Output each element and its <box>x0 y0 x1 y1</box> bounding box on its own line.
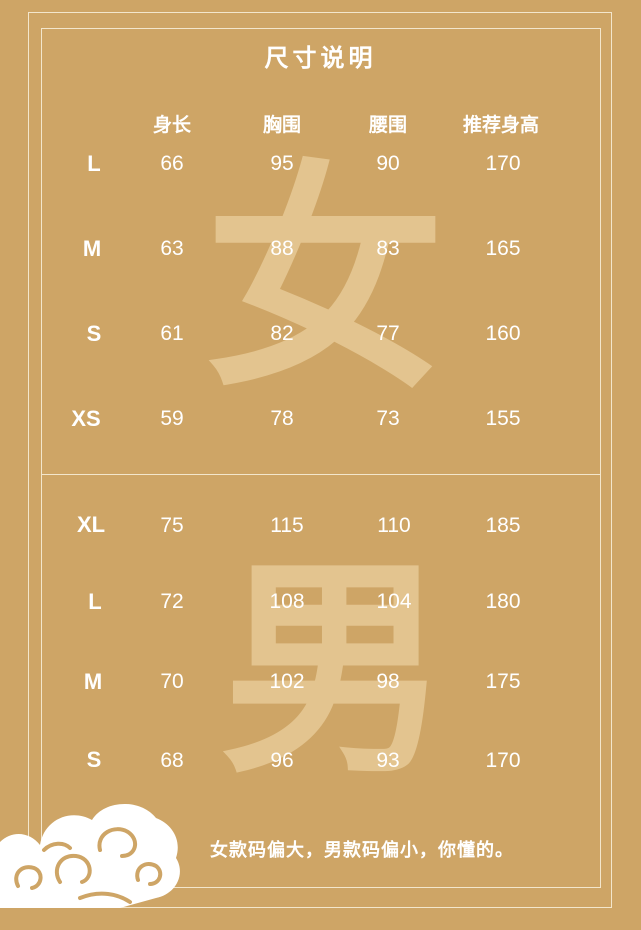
chest-value: 108 <box>269 590 305 613</box>
length-value: 59 <box>160 407 184 430</box>
size-label: M <box>82 236 102 261</box>
chest-value: 82 <box>270 322 294 345</box>
length-value: 66 <box>160 152 184 175</box>
height-value: 175 <box>485 670 521 693</box>
size-label: L <box>88 589 102 614</box>
waist-value: 90 <box>376 152 400 175</box>
chest-value: 102 <box>269 670 305 693</box>
length-value: 63 <box>160 237 184 260</box>
chest-value: 96 <box>270 749 294 772</box>
waist-value: 83 <box>376 237 400 260</box>
section-divider <box>41 474 601 475</box>
chest-value: 78 <box>270 407 294 430</box>
height-value: 155 <box>485 407 521 430</box>
height-value: 170 <box>485 152 521 175</box>
height-value: 160 <box>485 322 521 345</box>
waist-value: 110 <box>377 514 411 537</box>
chest-value: 95 <box>270 152 294 175</box>
length-value: 72 <box>160 590 184 613</box>
waist-value: 93 <box>376 749 400 772</box>
length-value: 68 <box>160 749 184 772</box>
height-value: 185 <box>485 514 521 537</box>
waist-value: 73 <box>376 407 400 430</box>
height-value: 180 <box>485 590 521 613</box>
height-value: 170 <box>485 749 521 772</box>
header-length: 身长 <box>152 114 192 136</box>
cloud-decoration-icon <box>0 803 180 908</box>
size-label: S <box>86 321 102 346</box>
length-value: 61 <box>160 322 184 345</box>
watermark-women: 女 <box>205 139 446 421</box>
height-value: 165 <box>485 237 521 260</box>
watermark-men: 男 <box>220 535 451 805</box>
size-label: L <box>87 151 101 176</box>
waist-value: 77 <box>376 322 400 345</box>
header-chest: 胸围 <box>262 114 302 136</box>
waist-value: 104 <box>376 590 412 613</box>
length-value: 75 <box>160 514 184 537</box>
size-label: XL <box>76 512 106 537</box>
waist-value: 98 <box>376 670 400 693</box>
chest-value: 88 <box>270 237 294 260</box>
header-waist: 腰围 <box>368 114 408 136</box>
size-label: XS <box>71 406 101 431</box>
page-title: 尺寸说明 <box>264 43 377 72</box>
size-label: M <box>83 669 103 694</box>
header-recommended-height: 推荐身高 <box>462 114 540 136</box>
size-label: S <box>86 747 102 772</box>
chest-value: 115 <box>270 514 304 537</box>
length-value: 70 <box>160 670 184 693</box>
footer-note: 女款码偏大，男款码偏小，你懂的。 <box>210 840 514 861</box>
